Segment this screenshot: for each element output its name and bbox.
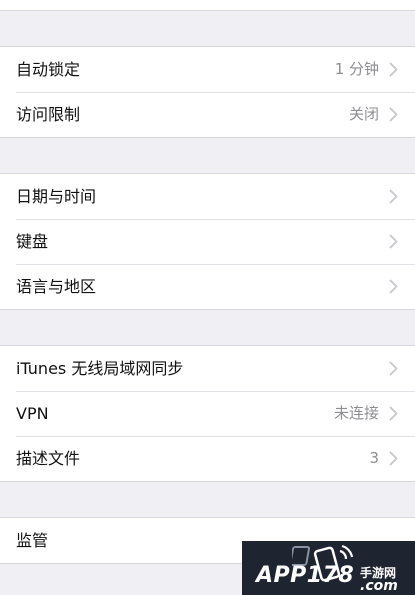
vpn-row[interactable]: VPN 未连接 [0,391,415,436]
supervision-label: 监管 [16,531,49,550]
keyboard-row[interactable]: 键盘 [0,219,415,264]
vpn-label: VPN [16,404,49,423]
chevron-right-icon [389,406,398,421]
restrictions-row[interactable]: 访问限制 关闭 [0,92,415,137]
profiles-count-value: 3 [369,449,379,467]
restrictions-label: 访问限制 [16,105,81,124]
chevron-right-icon [389,451,398,466]
chevron-right-icon [389,361,398,376]
auto-lock-value: 1 分钟 [334,60,379,78]
chevron-right-icon [389,107,398,122]
date-time-row[interactable]: 日期与时间 [0,174,415,219]
settings-group-region: 日期与时间 键盘 语言与地区 [0,173,415,310]
watermark-domain: .com [360,578,398,594]
chevron-right-icon [389,279,398,294]
restrictions-value: 关闭 [348,105,379,123]
watermark-brand: APP178 [256,563,355,588]
chevron-right-icon [389,189,398,204]
date-time-label: 日期与时间 [16,187,97,206]
settings-group-lock: 自动锁定 1 分钟 访问限制 关闭 [0,46,415,138]
chevron-right-icon [389,234,398,249]
profiles-row[interactable]: 描述文件 3 [0,436,415,481]
top-group-edge [0,0,415,11]
itunes-wifi-sync-label: iTunes 无线局域网同步 [16,359,184,378]
keyboard-label: 键盘 [16,232,49,251]
itunes-wifi-sync-row[interactable]: iTunes 无线局域网同步 [0,346,415,391]
vpn-status-value: 未连接 [333,404,379,422]
watermark-logo: APP178 手游网 .com [242,541,415,595]
auto-lock-row[interactable]: 自动锁定 1 分钟 [0,47,415,92]
language-region-label: 语言与地区 [16,277,97,296]
profiles-label: 描述文件 [16,449,81,468]
chevron-right-icon [389,62,398,77]
settings-group-network: iTunes 无线局域网同步 VPN 未连接 描述文件 3 [0,345,415,482]
language-region-row[interactable]: 语言与地区 [0,264,415,309]
auto-lock-label: 自动锁定 [16,60,81,79]
